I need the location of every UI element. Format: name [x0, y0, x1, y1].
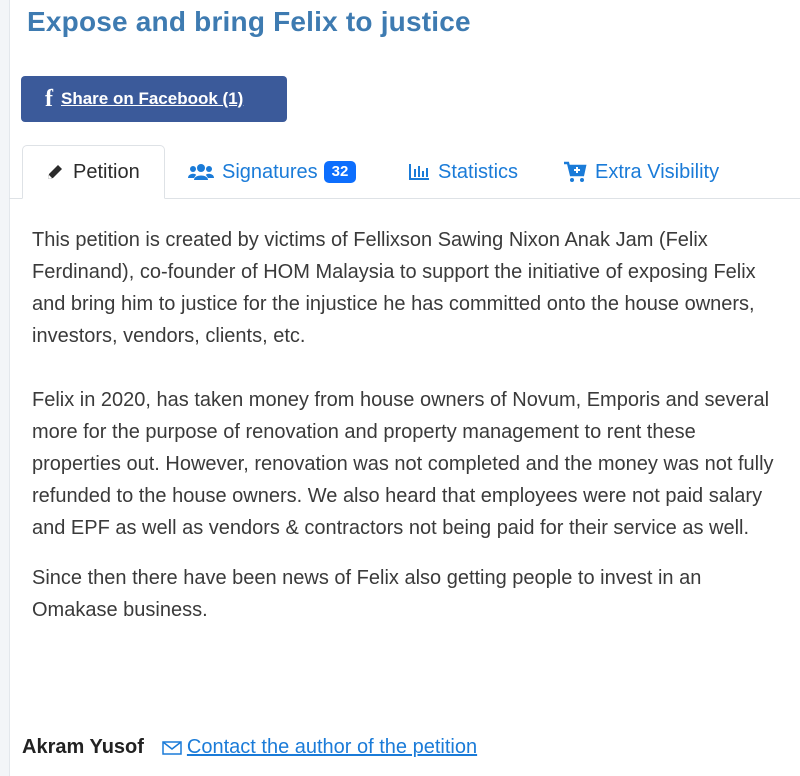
- petition-body: This petition is created by victims of F…: [32, 224, 777, 626]
- envelope-icon: [162, 740, 182, 756]
- tab-label: Statistics: [438, 160, 519, 183]
- tab-signatures[interactable]: Signatures 32: [188, 145, 357, 199]
- contact-author-label: Contact the author of the petition: [186, 736, 478, 758]
- author-row: Akram Yusof Contact the author of the pe…: [22, 736, 477, 759]
- bar-chart-icon: [408, 163, 430, 181]
- facebook-icon: f: [45, 86, 53, 112]
- signatures-count-badge: 32: [323, 160, 357, 184]
- left-border: [0, 0, 10, 776]
- tab-statistics[interactable]: Statistics: [408, 145, 518, 199]
- share-facebook-label: Share on Facebook (1): [61, 89, 244, 108]
- share-facebook-button[interactable]: f Share on Facebook (1): [21, 76, 287, 122]
- petition-paragraph: This petition is created by victims of F…: [32, 229, 756, 347]
- contact-author-link[interactable]: Contact the author of the petition: [162, 736, 477, 759]
- petition-paragraph: Since then there have been news of Felix…: [32, 567, 702, 621]
- tab-label: Signatures: [222, 160, 318, 183]
- tab-label: Petition: [73, 160, 140, 183]
- tab-label: Extra Visibility: [595, 160, 720, 183]
- tab-extra-visibility[interactable]: Extra Visibility: [563, 145, 719, 199]
- page-title: Expose and bring Felix to justice: [27, 6, 471, 37]
- author-name: Akram Yusof: [22, 736, 144, 758]
- pencil-icon: [45, 162, 65, 182]
- cart-plus-icon: [563, 161, 587, 183]
- tab-petition[interactable]: Petition: [22, 145, 165, 199]
- petition-paragraph: Felix in 2020, has taken money from hous…: [32, 389, 774, 539]
- users-icon: [188, 163, 214, 181]
